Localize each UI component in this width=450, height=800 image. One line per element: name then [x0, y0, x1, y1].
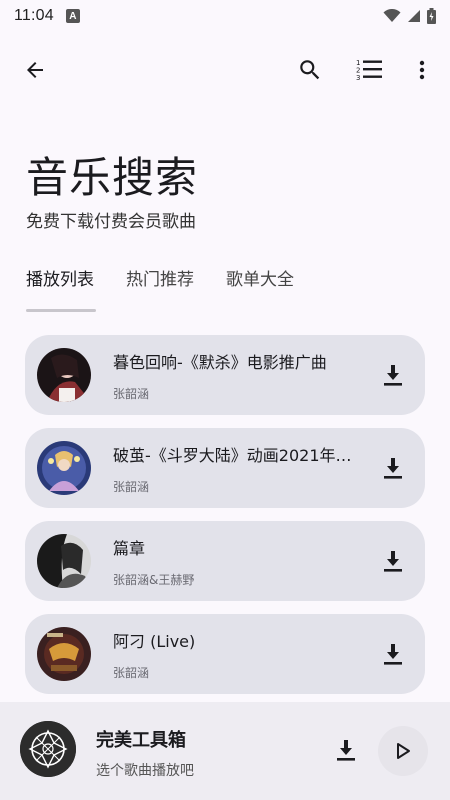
album-cover: [37, 627, 91, 681]
song-artist: 张韶涵: [113, 480, 150, 494]
tab-playlist[interactable]: 播放列表: [26, 266, 94, 310]
tab-bar: 播放列表 热门推荐 歌单大全: [26, 266, 326, 312]
album-cover: [37, 348, 91, 402]
numbered-list-icon: 1 2 3: [356, 59, 382, 82]
list-item[interactable]: 篇章 张韶涵&王赫野: [25, 521, 425, 601]
player-subtitle: 选个歌曲播放吧: [96, 763, 194, 779]
status-icons: [383, 8, 436, 24]
song-artist: 张韶涵: [113, 666, 150, 680]
song-title: 篇章: [113, 539, 146, 558]
tab-indicator: [26, 309, 96, 312]
search-button[interactable]: [288, 48, 332, 92]
svg-text:3: 3: [356, 74, 360, 82]
page-subtitle: 免费下载付费会员歌曲: [26, 212, 196, 232]
status-time: 11:04: [14, 7, 54, 24]
play-icon: [397, 743, 410, 759]
download-icon: [384, 551, 402, 572]
cell-signal-icon: [408, 10, 420, 22]
player-cover: [20, 721, 76, 777]
tab-song-lists[interactable]: 歌单大全: [226, 266, 294, 310]
more-button[interactable]: [400, 48, 444, 92]
download-icon: [337, 740, 355, 761]
playlist-button[interactable]: 1 2 3: [347, 48, 391, 92]
song-title: 破茧-《斗罗大陆》动画2021年度主题曲: [113, 446, 353, 465]
list-item[interactable]: 阿刁 (Live) 张韶涵: [25, 614, 425, 694]
page-title: 音乐搜索: [26, 153, 199, 202]
mini-player[interactable]: 完美工具箱 选个歌曲播放吧: [0, 702, 450, 800]
download-button[interactable]: [373, 448, 413, 488]
back-button[interactable]: [13, 48, 57, 92]
download-icon: [384, 458, 402, 479]
search-icon: [300, 60, 320, 80]
download-icon: [384, 644, 402, 665]
play-button[interactable]: [378, 726, 428, 776]
album-cover: [37, 534, 91, 588]
download-button[interactable]: [373, 355, 413, 395]
battery-icon: [427, 8, 436, 24]
tab-hot-recommend[interactable]: 热门推荐: [126, 266, 194, 310]
download-button[interactable]: [373, 541, 413, 581]
song-title: 阿刁 (Live): [113, 632, 196, 651]
arrow-back-icon: [27, 62, 43, 78]
status-bar: 11:04 A: [0, 0, 450, 32]
album-cover: [37, 441, 91, 495]
list-item[interactable]: 暮色回响-《默杀》电影推广曲 张韶涵: [25, 335, 425, 415]
wifi-icon: [383, 9, 401, 22]
song-artist: 张韶涵&王赫野: [113, 573, 195, 587]
song-title: 暮色回响-《默杀》电影推广曲: [113, 353, 327, 372]
player-download-button[interactable]: [326, 730, 366, 770]
download-icon: [384, 365, 402, 386]
download-button[interactable]: [373, 634, 413, 674]
list-item[interactable]: 破茧-《斗罗大陆》动画2021年度主题曲 张韶涵: [25, 428, 425, 508]
more-vert-icon: [419, 60, 425, 80]
notification-a-icon: A: [65, 9, 80, 23]
player-title: 完美工具箱: [96, 730, 186, 751]
song-list: 暮色回响-《默杀》电影推广曲 张韶涵 破茧-《斗罗大陆》动画2021年度主题曲 …: [25, 335, 425, 707]
toolbar: 1 2 3: [0, 44, 450, 96]
song-artist: 张韶涵: [113, 387, 150, 401]
